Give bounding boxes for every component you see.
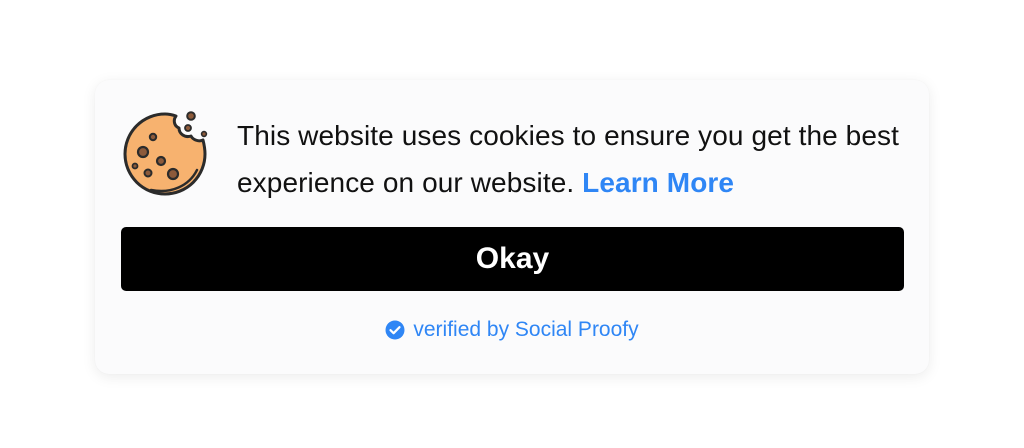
page: This website uses cookies to ensure you … <box>0 0 1024 448</box>
check-circle-icon <box>385 320 405 340</box>
verified-label: verified by Social Proofy <box>413 318 639 341</box>
learn-more-link[interactable]: Learn More <box>582 167 734 198</box>
okay-button[interactable]: Okay <box>121 227 904 291</box>
verified-badge: verified by Social Proofy <box>95 318 929 342</box>
cookie-message: This website uses cookies to ensure you … <box>237 112 917 206</box>
cookie-message-text: This website uses cookies to ensure you … <box>237 120 900 198</box>
cookie-icon <box>121 110 209 198</box>
cookie-consent-banner: This website uses cookies to ensure you … <box>95 80 929 374</box>
